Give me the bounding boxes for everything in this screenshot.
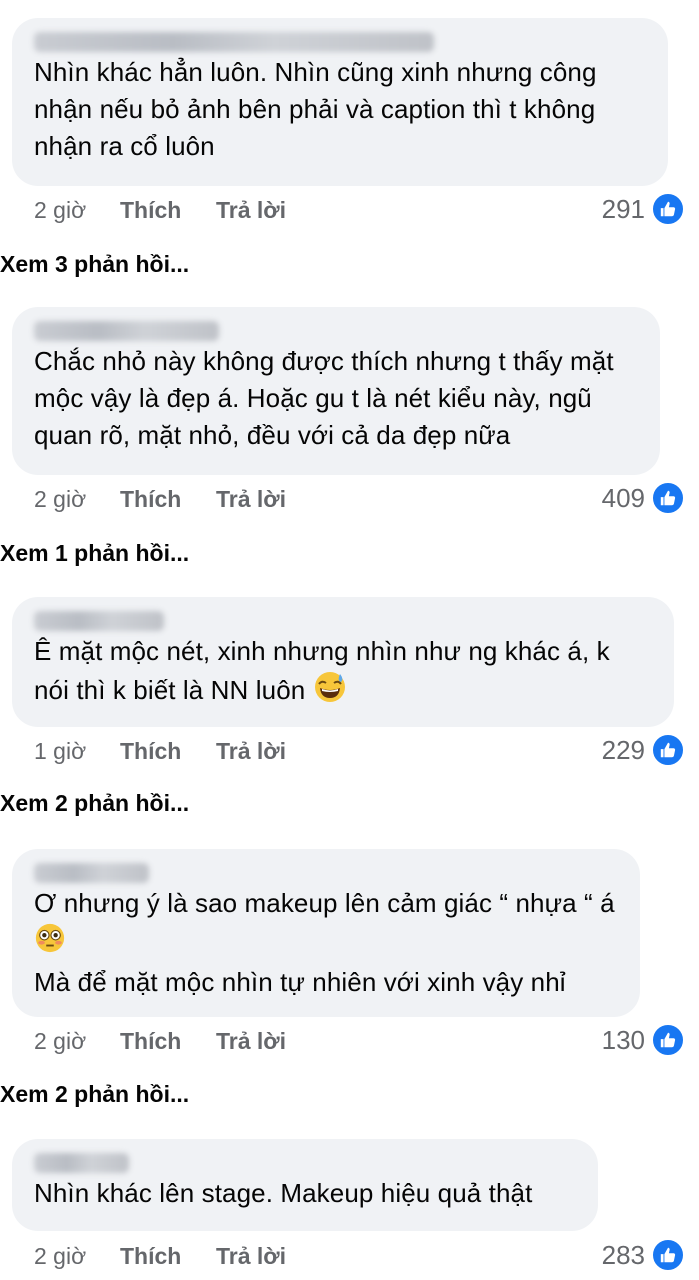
reply-button[interactable]: Trả lời [216,197,286,224]
reaction-count[interactable]: 283 [602,1238,685,1272]
comment-text-line2: Mà để mặt mộc nhìn tự nhiên với xinh vậy… [34,967,566,997]
reaction-count[interactable]: 409 [602,481,685,515]
reaction-number: 291 [601,193,645,224]
comment-text: Nhìn khác lên stage. Makeup hiệu quả thậ… [34,1178,533,1208]
author-name-blurred[interactable] [34,1153,129,1173]
comment-actions: 1 giờ Thích Trả lời [34,735,286,767]
view-replies-link[interactable]: Xem 1 phản hồi... [0,540,189,567]
author-name-blurred[interactable] [34,32,434,52]
comment-bubble: Ơ nhưng ý là sao makeup lên cảm giác “ n… [12,849,640,1017]
reaction-number: 409 [601,482,645,513]
comment-actions: 2 giờ Thích Trả lời [34,1240,286,1272]
reply-button[interactable]: Trả lời [216,1243,286,1270]
like-button[interactable]: Thích [120,1028,216,1055]
reaction-number: 130 [601,1024,645,1055]
grinning-sweat-emoji [313,670,347,714]
comment-time[interactable]: 2 giờ [34,486,120,513]
reaction-count[interactable]: 130 [602,1023,685,1057]
like-button[interactable]: Thích [120,1243,216,1270]
reaction-number: 229 [601,734,645,765]
comment-text-line1: Ơ nhưng ý là sao makeup lên cảm giác “ n… [34,888,615,918]
thumbs-up-icon [651,733,685,767]
author-name-blurred[interactable] [34,863,149,883]
comment-text: Chắc nhỏ này không được thích nhưng t th… [34,346,614,450]
view-replies-link[interactable]: Xem 2 phản hồi... [0,1081,189,1108]
thumbs-up-icon [651,1023,685,1057]
comment-bubble: Chắc nhỏ này không được thích nhưng t th… [12,307,660,475]
comment-text: Ơ nhưng ý là sao makeup lên cảm giác “ n… [34,885,618,1001]
comment-time[interactable]: 2 giờ [34,1028,120,1055]
comment-time[interactable]: 2 giờ [34,197,120,224]
comment-bubble: Ê mặt mộc nét, xinh nhưng nhìn như ng kh… [12,597,674,727]
comment-text: Ê mặt mộc nét, xinh nhưng nhìn như ng kh… [34,633,652,714]
author-name-blurred[interactable] [34,321,219,341]
reply-button[interactable]: Trả lời [216,1028,286,1055]
comment-bubble: Nhìn khác lên stage. Makeup hiệu quả thậ… [12,1139,598,1231]
view-replies-link[interactable]: Xem 2 phản hồi... [0,790,189,817]
reaction-count[interactable]: 229 [602,733,685,767]
thumbs-up-icon [651,1238,685,1272]
comment-time[interactable]: 2 giờ [34,1243,120,1270]
thumbs-up-icon [651,192,685,226]
author-name-blurred[interactable] [34,611,164,631]
reply-button[interactable]: Trả lời [216,486,286,513]
like-button[interactable]: Thích [120,197,216,224]
comment-time[interactable]: 1 giờ [34,738,120,765]
comment-actions: 2 giờ Thích Trả lời [34,1025,286,1057]
like-button[interactable]: Thích [120,738,216,765]
comment-actions: 2 giờ Thích Trả lời [34,194,286,226]
reaction-number: 283 [601,1239,645,1270]
comment-actions: 2 giờ Thích Trả lời [34,483,286,515]
like-button[interactable]: Thích [120,486,216,513]
comment-bubble: Nhìn khác hẳn luôn. Nhìn cũng xinh nhưng… [12,18,668,186]
comment-text: Nhìn khác hẳn luôn. Nhìn cũng xinh nhưng… [34,57,597,161]
view-replies-link[interactable]: Xem 3 phản hồi... [0,251,189,278]
reply-button[interactable]: Trả lời [216,738,286,765]
thumbs-up-icon [651,481,685,515]
flushed-emoji [34,922,66,964]
reaction-count[interactable]: 291 [602,192,685,226]
